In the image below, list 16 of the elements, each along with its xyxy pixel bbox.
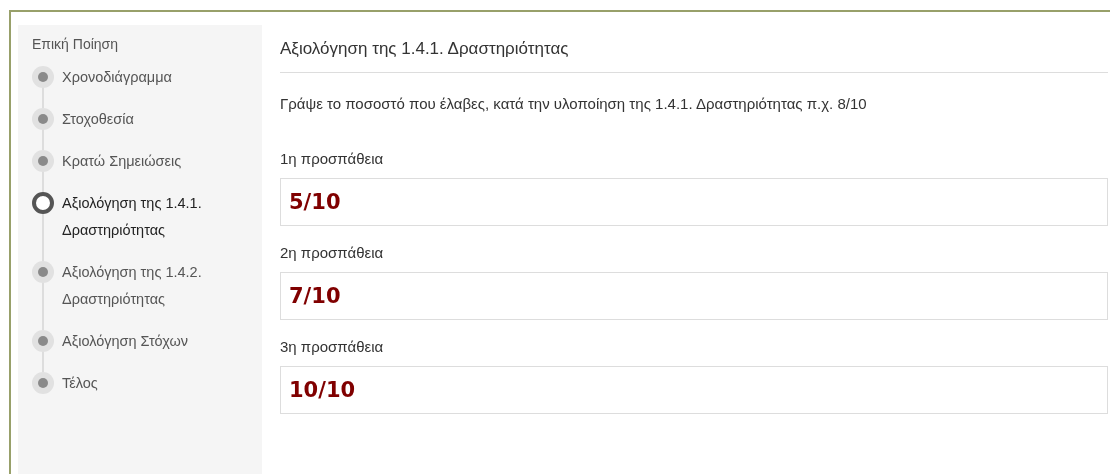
course-title: Επική Ποίηση <box>32 36 119 52</box>
section-title: Αξιολόγηση της 1.4.1. Δραστηριότητας <box>280 39 570 59</box>
step-link[interactable]: Αξιολόγηση της 1.4.2. Δραστηριότητας <box>62 259 212 313</box>
step-link[interactable]: Κρατώ Σημειώσεις <box>62 148 212 175</box>
field-label: 3η προσπάθεια <box>280 338 385 355</box>
step-link[interactable]: Αξιολόγηση της 1.4.1. Δραστηριότητας <box>62 190 212 244</box>
instruction-text: Γράψε το ποσοστό που έλαβες, κατά την υλοποίηση της 1.4.1. Δραστηριότητας π.χ. 8/10 <box>280 95 868 112</box>
step-link[interactable]: Αξιολόγηση Στόχων <box>62 328 212 355</box>
input-field[interactable]: 10/10 <box>280 366 1108 414</box>
step-link[interactable]: Χρονοδιάγραμμα <box>62 64 212 91</box>
step-link[interactable]: Τέλος <box>62 370 212 397</box>
step-link[interactable]: Στοχοθεσία <box>62 106 212 133</box>
field-label: 1η προσπάθεια <box>280 150 385 167</box>
input-field[interactable]: 5/10 <box>280 178 1108 226</box>
field-label: 2η προσπάθεια <box>280 244 385 261</box>
input-field[interactable]: 7/10 <box>280 272 1108 320</box>
